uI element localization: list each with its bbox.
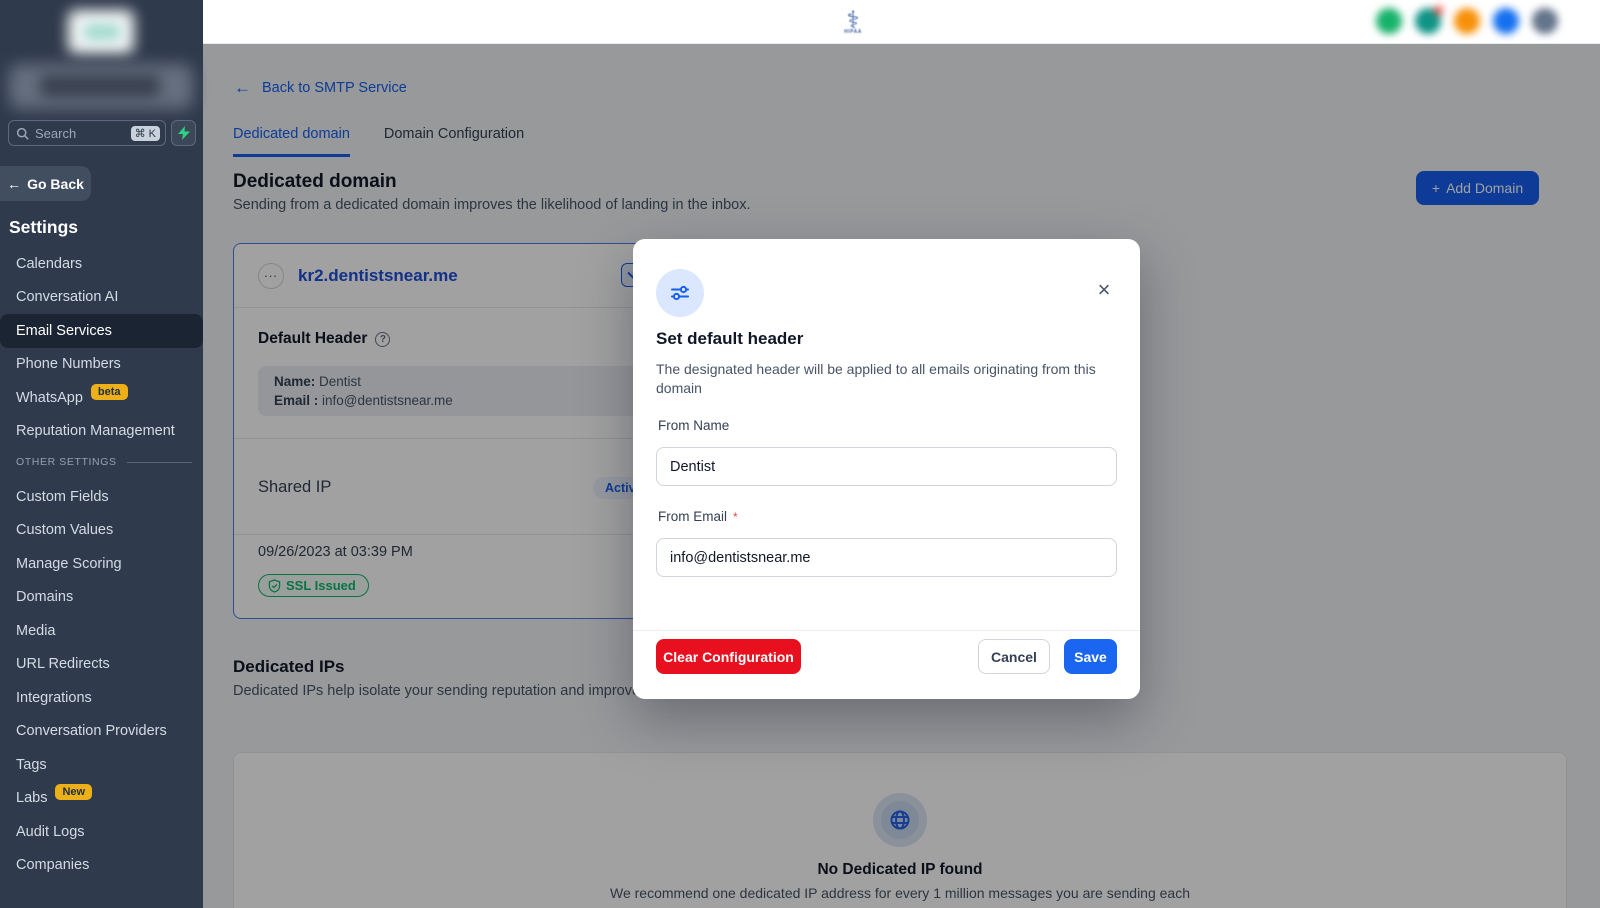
modal-title: Set default header <box>656 329 804 348</box>
from-name-label: From Name <box>658 418 730 433</box>
sidebar-item-url-redirects[interactable]: URL Redirects <box>0 648 203 682</box>
clear-configuration-button[interactable]: Clear Configuration <box>656 639 801 674</box>
sliders-icon-circle <box>656 269 704 317</box>
cancel-button[interactable]: Cancel <box>978 639 1050 674</box>
green-app-icon[interactable] <box>1376 8 1402 34</box>
set-default-header-modal: × Set default header The designated head… <box>633 239 1140 699</box>
lightning-bolt-icon <box>177 126 190 140</box>
search-input[interactable]: Search ⌘ K <box>8 120 166 146</box>
back-arrow-icon: ← <box>7 175 22 192</box>
quick-actions-button[interactable] <box>171 120 196 146</box>
sidebar-item-media[interactable]: Media <box>0 614 203 648</box>
new-badge: New <box>55 784 93 801</box>
from-email-label: From Email * <box>658 509 738 524</box>
sidebar-item-audit-logs[interactable]: Audit Logs <box>0 815 203 849</box>
sidebar-item-phone-numbers[interactable]: Phone Numbers <box>0 348 203 382</box>
settings-menu: Calendars Conversation AI Email Services… <box>0 247 203 448</box>
sidebar-item-companies[interactable]: Companies <box>0 849 203 883</box>
notification-dot <box>1434 6 1443 15</box>
search-placeholder: Search <box>35 125 77 141</box>
search-icon <box>16 127 29 140</box>
sidebar-item-tags[interactable]: Tags <box>0 748 203 782</box>
agency-logo-mark <box>84 24 120 40</box>
hipaa-badge-logo: ⚕ HIPAA <box>844 6 862 35</box>
go-back-label: Go Back <box>27 175 84 192</box>
from-name-field[interactable] <box>656 447 1117 486</box>
sidebar-item-custom-values[interactable]: Custom Values <box>0 514 203 548</box>
orange-app-icon[interactable] <box>1454 8 1480 34</box>
sidebar-item-labs[interactable]: Labs New <box>0 782 203 816</box>
sidebar-item-integrations[interactable]: Integrations <box>0 681 203 715</box>
sidebar-item-conversation-providers[interactable]: Conversation Providers <box>0 715 203 749</box>
settings-sidebar: Search ⌘ K ← Go Back Settings Calendars … <box>0 0 203 908</box>
sidebar-heading: Settings <box>9 217 79 237</box>
divider-line <box>126 461 192 463</box>
app-window: Search ⌘ K ← Go Back Settings Calendars … <box>0 0 1600 908</box>
sidebar-item-manage-scoring[interactable]: Manage Scoring <box>0 547 203 581</box>
go-back-button[interactable]: ← Go Back <box>0 166 91 201</box>
account-switcher-label <box>40 74 160 98</box>
modal-footer-divider <box>633 630 1140 631</box>
top-bar: ⚕ HIPAA <box>203 0 1600 44</box>
from-email-field[interactable] <box>656 538 1117 577</box>
toolbar-app-icons <box>1376 6 1558 34</box>
close-icon[interactable]: × <box>1092 279 1116 303</box>
other-settings-divider: OTHER SETTINGS <box>16 456 192 468</box>
sidebar-item-whatsapp[interactable]: WhatsApp beta <box>0 381 203 415</box>
other-settings-label: OTHER SETTINGS <box>16 456 117 468</box>
beta-badge: beta <box>90 383 128 400</box>
sidebar-item-reputation-management[interactable]: Reputation Management <box>0 415 203 449</box>
sidebar-item-custom-fields[interactable]: Custom Fields <box>0 480 203 514</box>
teal-app-icon[interactable] <box>1415 6 1443 34</box>
settings-sliders-icon <box>671 285 689 301</box>
sidebar-item-calendars[interactable]: Calendars <box>0 247 203 281</box>
required-asterisk: * <box>733 510 738 524</box>
sidebar-item-email-services[interactable]: Email Services <box>0 314 203 348</box>
sidebar-item-domains[interactable]: Domains <box>0 581 203 615</box>
blue-app-icon[interactable] <box>1493 8 1519 34</box>
search-shortcut-badge: ⌘ K <box>130 125 160 141</box>
save-button[interactable]: Save <box>1064 639 1117 674</box>
sidebar-item-conversation-ai[interactable]: Conversation AI <box>0 281 203 315</box>
other-settings-menu: Custom Fields Custom Values Manage Scori… <box>0 480 203 882</box>
modal-description: The designated header will be applied to… <box>656 361 1096 396</box>
slate-app-icon[interactable] <box>1532 8 1558 34</box>
